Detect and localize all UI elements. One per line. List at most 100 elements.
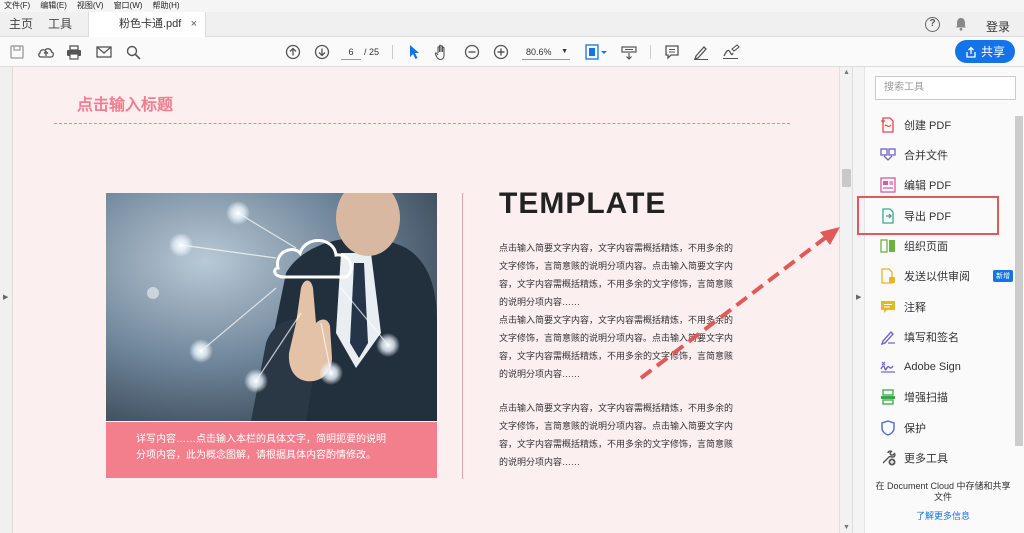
next-page-icon[interactable]	[313, 43, 331, 61]
document-title: 点击输入标题	[77, 97, 174, 114]
toolbar-divider	[392, 45, 393, 59]
email-icon[interactable]	[95, 43, 113, 61]
template-heading: TEMPLATE	[499, 187, 667, 220]
document-scrollbar[interactable]: ▲ ▼	[839, 67, 852, 533]
page-number-input[interactable]: 6	[341, 44, 361, 60]
tool-label: 组织页面	[904, 241, 948, 253]
paragraph-line: 文字修饰，言简意赅的说明分项内容。点击输入简要文字内	[499, 261, 734, 271]
cloud-text-line: 在 Document Cloud 中存储和共享	[875, 481, 1011, 491]
select-cursor-icon[interactable]	[405, 43, 423, 61]
page-display-icon[interactable]	[584, 43, 608, 61]
tool-adobe-sign[interactable]: Adobe Sign	[865, 353, 1015, 381]
menu-file[interactable]: 文件(F)	[4, 0, 30, 12]
document-viewport[interactable]: 点击输入标题 详写内容……点击输入本栏的具体文字，简明扼要的说明 分项内容，此为…	[13, 67, 839, 533]
tool-enhance-scan[interactable]: 增强扫描	[865, 383, 1015, 411]
tool-label: 创建 PDF	[904, 120, 952, 132]
paragraph-line: 点击输入简要文字内容，文字内容需概括精炼，不用多余的	[499, 243, 734, 253]
column-divider	[462, 193, 463, 479]
organize-pages-icon	[880, 238, 896, 254]
paragraph-line: 容，文字内容需概括精炼，不用多余的文字修饰，言简意赅	[499, 439, 734, 449]
expand-left-icon: ▶	[3, 294, 9, 301]
zoom-out-icon[interactable]	[463, 43, 481, 61]
share-button[interactable]: 共享	[955, 40, 1015, 63]
tool-label: Adobe Sign	[904, 361, 961, 373]
zoom-in-icon[interactable]	[492, 43, 510, 61]
share-label: 共享	[980, 45, 1005, 59]
chevron-down-icon: ▼	[561, 48, 568, 55]
tools-panel-scrollbar[interactable]	[1014, 60, 1024, 460]
menu-window[interactable]: 窗口(W)	[114, 0, 143, 12]
tool-label: 发送以供审阅	[904, 271, 970, 283]
highlight-box	[857, 196, 999, 235]
enhance-scan-icon	[880, 389, 896, 405]
tool-protect[interactable]: 保护	[865, 414, 1015, 442]
new-badge: 新增	[993, 270, 1013, 282]
tool-organize-pages[interactable]: 组织页面	[865, 232, 1015, 260]
collapse-panel-icon: ▶	[856, 294, 862, 301]
print-icon[interactable]	[65, 43, 83, 61]
adobe-sign-icon	[880, 359, 896, 375]
save-icon[interactable]	[8, 43, 26, 61]
tab-bar: 主页 工具 粉色卡通.pdf × ? 登录	[0, 12, 1024, 38]
tool-label: 增强扫描	[904, 392, 948, 404]
paragraph-line: 的说明分项内容……	[499, 457, 581, 467]
tool-fill-sign[interactable]: 填写和签名	[865, 323, 1015, 351]
document-tab-label: 粉色卡通.pdf	[119, 18, 182, 30]
scroll-mode-icon[interactable]	[620, 43, 638, 61]
tool-label: 编辑 PDF	[904, 180, 952, 192]
tool-label: 保护	[904, 423, 926, 435]
create-pdf-icon	[880, 117, 896, 133]
scrollbar-thumb[interactable]	[842, 169, 851, 187]
tab-home[interactable]: 主页	[9, 12, 33, 37]
paragraph-line: 点击输入简要文字内容，文字内容需概括精炼，不用多余的	[499, 315, 734, 325]
prev-page-icon[interactable]	[284, 43, 302, 61]
document-cloud-text: 在 Document Cloud 中存储和共享 文件	[868, 481, 1018, 503]
paragraph-line: 容，文字内容需概括精炼，不用多余的文字修饰，言简意赅	[499, 279, 734, 289]
tab-document[interactable]: 粉色卡通.pdf ×	[88, 12, 206, 38]
scroll-down-icon[interactable]: ▼	[843, 524, 850, 531]
menu-edit[interactable]: 编辑(E)	[40, 0, 67, 12]
combine-files-icon	[880, 147, 896, 163]
cloud-text-line: 文件	[933, 492, 952, 502]
protect-icon	[880, 420, 896, 436]
caption-line: 分项内容，此为概念图解，请根据具体内容酌情修改。	[136, 450, 376, 461]
tool-more-tools[interactable]: 更多工具	[865, 444, 1015, 472]
zoom-select[interactable]: 80.6% ▼	[522, 44, 570, 60]
tool-label: 填写和签名	[904, 332, 959, 344]
tool-create-pdf[interactable]: 创建 PDF	[865, 111, 1015, 139]
paragraph-line: 文字修饰，言简意赅的说明分项内容。点击输入简要文字内	[499, 421, 734, 431]
login-link[interactable]: 登录	[986, 18, 1016, 35]
close-icon[interactable]: ×	[191, 12, 197, 37]
tools-panel-toggle[interactable]: ▶	[852, 67, 864, 533]
tab-tools[interactable]: 工具	[48, 12, 72, 37]
sign-icon[interactable]	[722, 43, 740, 61]
learn-more-link[interactable]: 了解更多信息	[868, 509, 1018, 522]
caption-line: 详写内容……点击输入本栏的具体文字，简明扼要的说明	[136, 434, 386, 445]
tool-comment[interactable]: 注释	[865, 293, 1015, 321]
scroll-up-icon[interactable]: ▲	[843, 69, 850, 76]
zoom-value: 80.6%	[526, 47, 552, 57]
cloud-upload-icon[interactable]	[37, 43, 55, 61]
send-review-icon	[880, 268, 896, 284]
comment-icon[interactable]	[663, 43, 681, 61]
paragraph-line: 容，文字内容需概括精炼，不用多余的文字修饰，言简意赅	[499, 351, 734, 361]
body-paragraph-1: 点击输入简要文字内容，文字内容需概括精炼，不用多余的 文字修饰，言简意赅的说明分…	[499, 239, 769, 383]
tool-send-review[interactable]: 发送以供审阅 新增	[865, 262, 1015, 290]
paragraph-line: 的说明分项内容……	[499, 297, 581, 307]
help-icon[interactable]: ?	[925, 17, 940, 32]
highlight-pen-icon[interactable]	[692, 43, 710, 61]
scrollbar-thumb[interactable]	[1015, 116, 1023, 446]
paragraph-line: 的说明分项内容……	[499, 369, 581, 379]
hand-tool-icon[interactable]	[433, 43, 451, 61]
menu-view[interactable]: 视图(V)	[77, 0, 104, 12]
tool-combine-files[interactable]: 合并文件	[865, 141, 1015, 169]
tool-edit-pdf[interactable]: 编辑 PDF	[865, 171, 1015, 199]
search-icon[interactable]	[124, 43, 142, 61]
bell-icon[interactable]	[953, 16, 969, 32]
share-icon	[966, 46, 976, 58]
menu-help[interactable]: 帮助(H)	[152, 0, 179, 12]
tool-label: 注释	[904, 302, 926, 314]
tools-panel: 搜索工具 创建 PDF 合并文件 编辑 PDF 导出 PDF 组织页面 发送以供…	[864, 67, 1024, 533]
left-panel-toggle[interactable]: ▶	[0, 67, 13, 533]
search-tools-input[interactable]: 搜索工具	[875, 76, 1016, 100]
